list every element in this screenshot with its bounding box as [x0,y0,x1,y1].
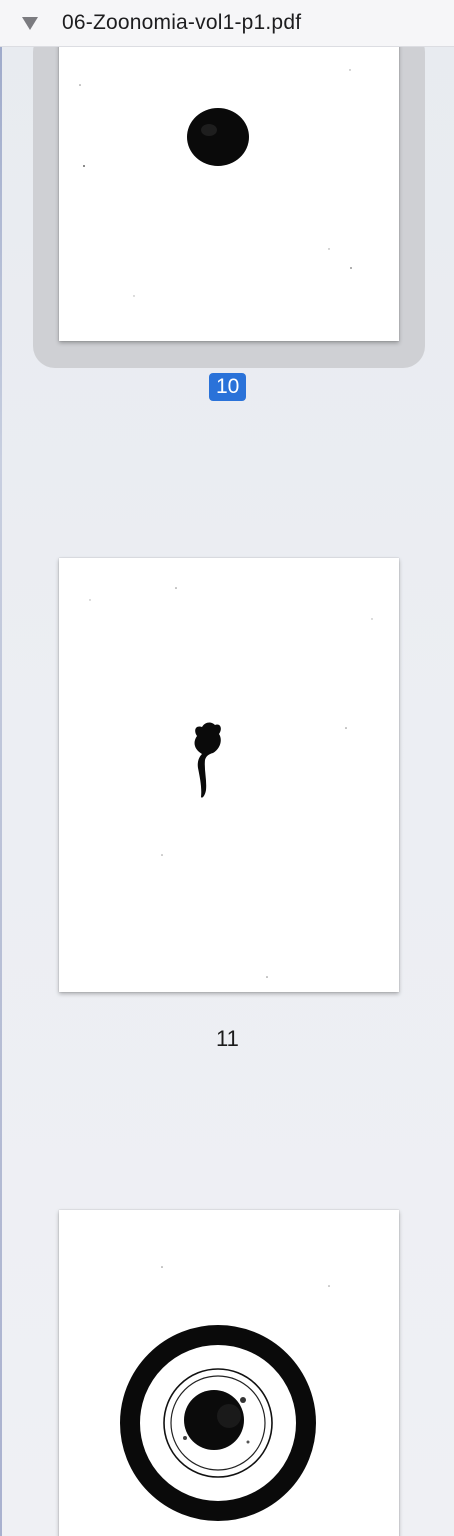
page-number-badge-10[interactable]: 10 [209,373,247,401]
triangle-down-icon[interactable] [20,13,40,33]
window-edge [0,0,2,1536]
page-thumbnail-12[interactable] [59,1210,399,1536]
document-title: 06-Zoonomia-vol1-p1.pdf [62,11,302,34]
page-10-image [79,69,352,297]
page-thumbnail-10[interactable] [59,30,399,341]
document-header[interactable]: 06-Zoonomia-vol1-p1.pdf [0,0,454,47]
page-11-image [89,587,373,978]
page-number-label-11[interactable]: 11 [216,1026,239,1052]
page-12-image [120,1266,330,1521]
page-thumbnail-11[interactable] [59,558,399,992]
thumbnail-sidebar[interactable]: 06-Zoonomia-vol1-p1.pdf 10 11 [0,0,454,1536]
